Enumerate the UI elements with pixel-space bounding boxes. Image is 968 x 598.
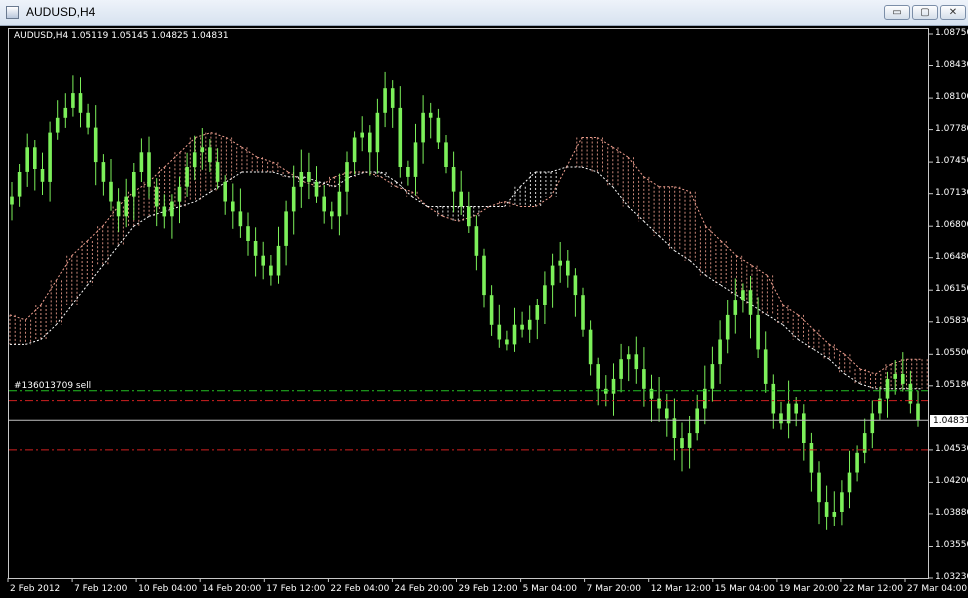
price-tick-label: 1.08750 bbox=[935, 28, 968, 38]
current-price-marker: 1.04831 bbox=[930, 415, 968, 427]
price-tick-label: 1.06480 bbox=[935, 251, 968, 262]
price-tick-label: 1.03880 bbox=[935, 507, 968, 518]
time-tick-label: 24 Feb 20:00 bbox=[394, 584, 454, 594]
price-tick-label: 1.06150 bbox=[935, 284, 968, 295]
plot-area-border bbox=[8, 28, 929, 579]
price-tick-label: 1.04530 bbox=[935, 443, 968, 454]
price-tick-label: 1.07130 bbox=[935, 187, 968, 198]
price-tick-label: 1.07450 bbox=[935, 156, 968, 167]
price-axis[interactable] bbox=[930, 28, 968, 579]
time-tick-label: 22 Mar 12:00 bbox=[842, 584, 904, 594]
time-tick-label: 12 Mar 12:00 bbox=[650, 584, 711, 594]
price-tick-label: 1.03550 bbox=[935, 540, 968, 551]
price-tick-label: 1.05830 bbox=[935, 315, 968, 326]
price-tick-label: 1.08430 bbox=[935, 59, 968, 70]
time-tick-label: 29 Feb 12:00 bbox=[458, 584, 518, 594]
order-line-label: #136013709 sell bbox=[14, 381, 92, 391]
time-tick-label: 17 Feb 12:00 bbox=[266, 584, 326, 594]
price-tick-label: 1.05500 bbox=[935, 348, 968, 359]
time-tick-label: 7 Feb 12:00 bbox=[74, 584, 128, 594]
symbol-info-label: AUDUSD,H4 1.05119 1.05145 1.04825 1.0483… bbox=[14, 31, 229, 41]
chart-window: AUDUSD,H4 ▭ ▢ ✕ AUDUSD,H4 1.05119 1.0514… bbox=[0, 0, 968, 598]
time-tick-label: 22 Feb 04:00 bbox=[330, 584, 390, 594]
price-tick-label: 1.03230 bbox=[935, 572, 968, 582]
price-tick-label: 1.05180 bbox=[935, 379, 968, 390]
time-tick-label: 15 Mar 04:00 bbox=[714, 584, 775, 594]
time-tick-label: 5 Mar 04:00 bbox=[522, 584, 577, 594]
time-tick-label: 27 Mar 04:00 bbox=[907, 584, 968, 594]
price-tick-label: 1.04200 bbox=[935, 476, 968, 487]
price-tick-label: 1.08100 bbox=[935, 92, 968, 103]
time-tick-label: 10 Feb 04:00 bbox=[138, 584, 198, 594]
time-tick-label: 7 Mar 20:00 bbox=[586, 584, 642, 594]
time-tick-label: 14 Feb 20:00 bbox=[202, 584, 262, 594]
time-tick-label: 2 Feb 2012 bbox=[10, 584, 61, 594]
price-tick-label: 1.06800 bbox=[935, 220, 968, 231]
time-tick-label: 19 Mar 20:00 bbox=[778, 584, 839, 594]
price-tick-label: 1.07780 bbox=[935, 123, 968, 134]
